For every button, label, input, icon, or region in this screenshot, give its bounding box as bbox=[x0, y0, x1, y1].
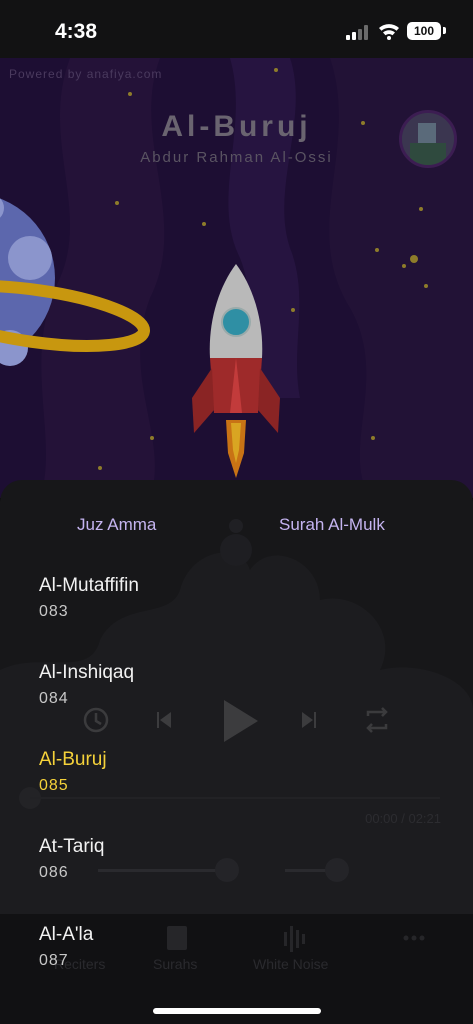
reciter-avatar[interactable] bbox=[399, 110, 457, 168]
faded-more-nav-icon bbox=[403, 935, 425, 941]
battery-tip bbox=[443, 27, 446, 34]
cellular-signal-icon bbox=[346, 25, 368, 40]
battery-icon: 100 bbox=[407, 22, 441, 40]
avatar-image bbox=[402, 113, 454, 165]
surah-number: 086 bbox=[39, 864, 69, 881]
status-time: 4:38 bbox=[55, 20, 98, 43]
surah-number: 083 bbox=[39, 603, 69, 620]
surah-name: Al-Buruj bbox=[39, 749, 107, 770]
surah-name: At-Tariq bbox=[39, 836, 105, 857]
surah-number: 084 bbox=[39, 690, 69, 707]
surah-item-al-mutaffifin[interactable]: Al-Mutaffifin 083 bbox=[39, 575, 339, 621]
surah-name: Al-Mutaffifin bbox=[39, 575, 139, 596]
surah-item-at-tariq[interactable]: At-Tariq 086 bbox=[39, 836, 339, 882]
collection-tabs: Juz Amma Surah Al-Mulk bbox=[0, 515, 473, 537]
surah-number: 087 bbox=[39, 952, 69, 969]
surah-item-al-inshiqaq[interactable]: Al-Inshiqaq 084 bbox=[39, 662, 339, 708]
tab-juz-amma[interactable]: Juz Amma bbox=[77, 515, 156, 535]
surah-number: 085 bbox=[39, 777, 69, 794]
surah-item-al-buruj[interactable]: Al-Buruj 085 bbox=[39, 749, 339, 795]
player-background: Powered by anafiya.com Al-Buruj Abdur Ra… bbox=[0, 58, 473, 498]
surah-item-al-ala[interactable]: Al-A'la 087 bbox=[39, 924, 339, 970]
status-bar: 4:38 100 bbox=[0, 0, 473, 58]
tab-surah-al-mulk[interactable]: Surah Al-Mulk bbox=[279, 515, 385, 535]
powered-by-text: Powered by anafiya.com bbox=[9, 67, 163, 81]
surah-name: Al-Inshiqaq bbox=[39, 662, 135, 683]
faded-time-display: 00:00 / 02:21 bbox=[365, 811, 441, 826]
surah-list-panel: 00:00 / 02:21 Reciters Surahs White Nois… bbox=[0, 480, 473, 1024]
wifi-icon bbox=[379, 24, 399, 40]
surah-name: Al-A'la bbox=[39, 924, 94, 945]
home-indicator[interactable] bbox=[153, 1008, 321, 1014]
